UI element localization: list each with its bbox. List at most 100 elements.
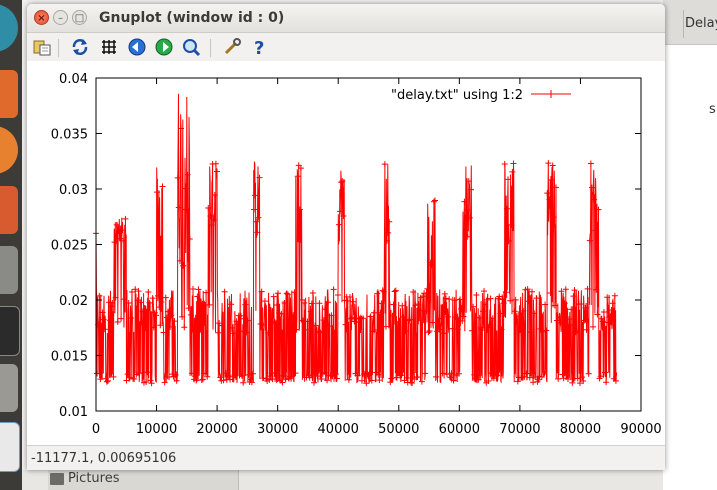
data-point-marker [381,161,388,168]
data-point-marker [330,286,337,293]
data-point-marker [206,301,213,308]
preferences-icon[interactable] [222,37,242,57]
x-tick-label: 50000 [378,422,419,437]
data-point-marker [195,286,202,293]
data-point-marker [204,373,211,380]
data-point-marker [199,376,206,383]
data-point-marker [529,288,535,295]
x-tick-label: 0 [92,422,100,437]
legend-marker [547,90,555,98]
data-point-marker [422,370,429,377]
cursor-coordinates: -11177.1, 0.00695106 [31,451,177,466]
replot-icon[interactable] [70,37,90,57]
launcher-disk-icon[interactable] [0,364,18,412]
legend-label: "delay.txt" using 1:2 [391,88,523,103]
launcher-settings-icon[interactable] [0,246,18,294]
tab-delay[interactable]: Delay [685,10,717,38]
toolbar-separator [58,39,59,57]
y-tick-label: 0.015 [51,350,88,365]
data-point-marker [418,378,425,385]
data-point-marker [114,319,121,326]
data-point-marker [433,373,440,380]
minimize-button[interactable]: – [53,10,68,25]
next-zoom-icon[interactable] [154,37,174,57]
launcher-app-icon[interactable] [0,4,18,52]
data-point-marker [308,300,315,307]
data-point-marker [348,315,355,322]
close-button[interactable]: × [34,10,49,25]
data-point-marker [473,291,480,298]
data-point-marker [316,300,323,307]
file-manager-strip: Pictures [22,470,663,490]
gnuplot-window: × – □ Gnuplot (window id : 0) ? 0 10000 … [27,4,665,470]
sidebar-divider [238,470,239,490]
data-point-marker [122,215,129,222]
data-point-marker [460,313,467,320]
x-tick-label: 60000 [439,422,480,437]
previous-zoom-icon[interactable] [127,37,147,57]
y-tick-label: 0.01 [59,405,88,420]
tab-divider [683,10,684,38]
data-point-marker [309,289,316,296]
data-point-marker [270,293,277,300]
x-tick-label: 30000 [257,422,298,437]
data-point-marker [587,160,594,167]
data-point-marker [533,295,540,302]
data-point-marker [259,375,266,382]
gnuplot-chart: 0 10000 20000 30000 40000 50000 60000 70000 8000… [51,72,662,437]
plot-area[interactable]: 0 10000 20000 30000 40000 50000 60000 70000 8000… [27,61,665,445]
data-point-marker [426,328,433,335]
titlebar[interactable]: × – □ Gnuplot (window id : 0) [27,4,665,33]
x-tick-label: 70000 [499,422,540,437]
data-point-marker [391,288,398,295]
data-point-marker [144,369,151,376]
data-point-marker [350,298,357,305]
data-point-marker [128,288,135,295]
launcher-software-icon[interactable] [0,186,18,234]
data-point-marker [603,379,610,386]
data-point-marker [611,292,618,299]
window-title: Gnuplot (window id : 0) [99,10,285,26]
help-icon[interactable]: ? [250,37,270,59]
data-point-marker [510,160,517,167]
data-point-marker [311,379,317,386]
toolbar-separator [210,39,211,57]
data-point-marker [501,161,508,168]
launcher-files-icon[interactable] [0,70,18,118]
data-point-marker [569,379,576,386]
background-tabbar: Delay [663,0,717,45]
grid-icon[interactable] [99,37,119,57]
data-point-marker [190,285,197,292]
data-point-marker [590,323,597,330]
svg-text:?: ? [254,38,264,57]
data-point-marker [446,296,453,303]
x-tick-label: 20000 [196,422,237,437]
copy-clipboard-icon[interactable] [32,37,52,57]
data-point-marker [370,309,377,316]
autoscale-icon[interactable] [181,37,201,57]
launcher-firefox-icon[interactable] [0,126,18,174]
x-tick-label: 80000 [560,422,601,437]
data-point-marker [487,295,494,302]
launcher-terminal-icon[interactable] [0,306,20,356]
status-bar: -11177.1, 0.00695106 [27,445,665,470]
y-tick-label: 0.03 [59,183,88,198]
data-point-marker [318,375,325,382]
data-point-marker [600,309,607,316]
series-line [95,93,618,385]
data-point-marker [431,197,438,204]
maximize-button[interactable]: □ [72,10,87,25]
data-point-marker [181,324,188,331]
folder-icon [50,473,64,485]
data-point-marker [148,380,155,387]
data-point-marker [145,289,152,296]
data-point-marker [213,168,220,175]
x-tick-label: 40000 [318,422,359,437]
data-point-marker [430,198,437,205]
data-point-marker [275,290,282,297]
data-point-marker [212,160,219,167]
launcher-gnuplot-icon[interactable] [0,422,20,472]
data-point-marker [240,379,247,386]
data-point-marker [544,190,551,197]
data-point-marker [408,379,415,386]
